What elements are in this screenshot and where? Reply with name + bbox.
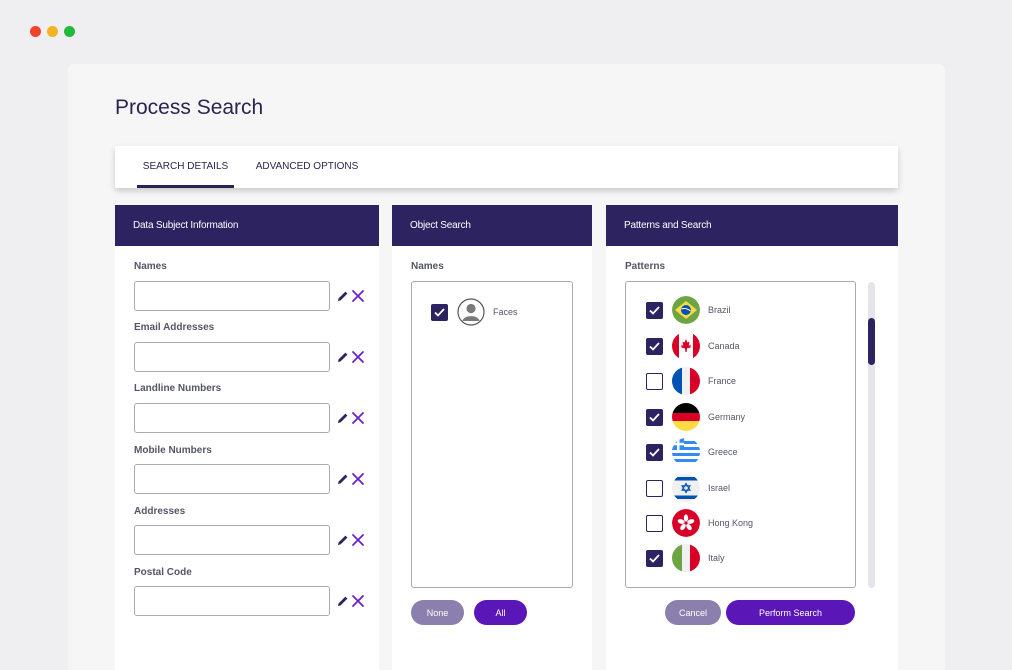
list-item-label: Canada [708,341,740,351]
main-card: Process Search SEARCH DETAILS ADVANCED O… [68,64,945,670]
cancel-button[interactable]: Cancel [665,600,721,625]
canada-flag-icon [672,332,700,360]
landline-numbers-label: Landline Numbers [134,383,222,394]
tab-search-details[interactable]: SEARCH DETAILS [137,146,234,188]
none-button[interactable]: None [411,600,464,625]
list-item-label: France [708,376,737,386]
postal-code-label: Postal Code [134,567,192,578]
object-list[interactable]: Faces [411,281,573,588]
close-icon[interactable] [351,594,365,608]
hong-kong-flag-icon [672,509,700,537]
list-item-label: Italy [708,553,725,563]
mobile-numbers-label: Mobile Numbers [134,445,212,456]
germany-flag-icon [672,403,700,431]
checkbox[interactable] [431,303,448,321]
tab-label: SEARCH DETAILS [142,161,229,172]
list-item-label: Brazil [708,305,731,315]
list-item-greece[interactable]: Greece [646,438,738,466]
list-item[interactable]: Faces [431,298,518,326]
panel-title: Object Search [392,205,592,246]
names-label: Names [134,261,167,272]
list-item-hong-kong[interactable]: Hong Kong [646,509,753,537]
mobile-numbers-input[interactable] [134,464,330,494]
pencil-icon[interactable] [337,290,349,302]
brazil-flag-icon [672,296,700,324]
checkbox[interactable] [646,443,663,461]
list-item-germany[interactable]: Germany [646,403,745,431]
names-input[interactable] [134,281,330,311]
list-item-label: Hong Kong [708,518,754,528]
pencil-icon[interactable] [337,351,349,363]
postal-code-input[interactable] [134,586,330,616]
names-list-label: Names [411,261,444,272]
checkmark-icon [649,553,660,563]
minimize-window-dot[interactable] [47,26,58,37]
list-item-italy[interactable]: Italy [646,544,725,572]
pencil-icon[interactable] [337,412,349,424]
panel-title: Data Subject Information [115,205,379,246]
checkbox[interactable] [646,337,663,355]
checkmark-icon [649,305,660,315]
checkmark-icon [649,341,660,351]
email-addresses-input[interactable] [134,342,330,372]
landline-numbers-input[interactable] [134,403,330,433]
israel-flag-icon [672,474,700,502]
close-icon[interactable] [351,472,365,486]
checkbox[interactable] [646,514,663,532]
list-item-brazil[interactable]: Brazil [646,296,731,324]
pencil-icon[interactable] [337,534,349,546]
email-addresses-label: Email Addresses [134,322,215,333]
checkbox[interactable] [646,408,663,426]
checkmark-icon [649,412,660,422]
patterns-list-label: Patterns [625,261,666,272]
checkmark-icon [649,447,660,457]
close-icon[interactable] [351,533,365,547]
tab-advanced-options[interactable]: ADVANCED OPTIONS [250,146,364,188]
object-search-panel: Object Search Names Faces None All [392,205,592,670]
data-subject-panel: Data Subject Information Names Email Add… [115,205,379,670]
patterns-scrollbar[interactable] [868,282,875,588]
list-item-label: Israel [708,483,731,493]
list-item-label: Greece [708,447,738,457]
panel-title: Patterns and Search [606,205,898,246]
patterns-list[interactable]: Brazil Canada France Germany Greece Isra… [625,281,856,588]
close-icon[interactable] [351,350,365,364]
list-item-israel[interactable]: Israel [646,474,730,502]
avatar-icon [457,298,485,326]
close-icon[interactable] [351,289,365,303]
checkbox[interactable] [646,549,663,567]
checkbox[interactable] [646,301,663,319]
pencil-icon[interactable] [337,473,349,485]
list-item-label: Faces [493,307,518,317]
pencil-icon[interactable] [337,595,349,607]
active-tab-indicator [137,185,234,188]
page-title: Process Search [115,96,264,119]
window-controls [30,26,75,37]
checkbox[interactable] [646,372,663,390]
list-item-canada[interactable]: Canada [646,332,740,360]
tab-bar: SEARCH DETAILS ADVANCED OPTIONS [115,146,898,188]
all-button[interactable]: All [474,600,527,625]
italy-flag-icon [672,544,700,572]
tab-label: ADVANCED OPTIONS [255,161,359,172]
scrollbar-thumb[interactable] [868,318,875,365]
greece-flag-icon [672,438,700,466]
checkmark-icon [434,307,445,317]
perform-search-button[interactable]: Perform Search [726,600,855,625]
addresses-input[interactable] [134,525,330,555]
maximize-window-dot[interactable] [64,26,75,37]
list-item-label: Germany [708,412,746,422]
france-flag-icon [672,367,700,395]
addresses-label: Addresses [134,506,186,517]
checkbox[interactable] [646,479,663,497]
patterns-panel: Patterns and Search Patterns Brazil Cana… [606,205,898,670]
close-icon[interactable] [351,411,365,425]
close-window-dot[interactable] [30,26,41,37]
list-item-france[interactable]: France [646,367,736,395]
